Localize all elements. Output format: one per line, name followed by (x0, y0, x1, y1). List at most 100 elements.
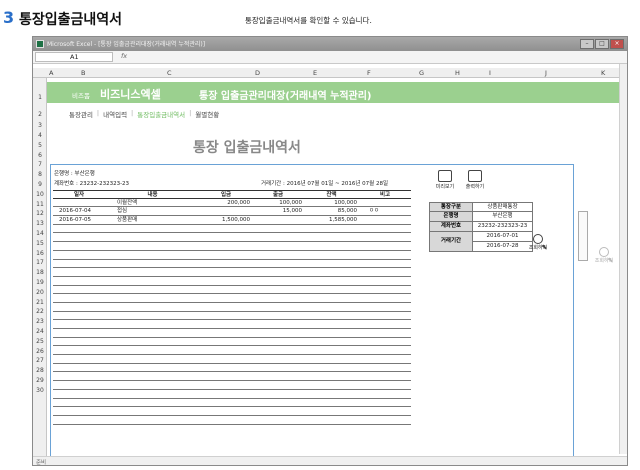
column-header[interactable]: G (419, 69, 424, 77)
cell-note: ㅇㅇ (369, 208, 380, 215)
excel-app-icon (36, 40, 44, 48)
bank-name-line: 은행명 : 부산은행 (54, 171, 95, 177)
preview-label: 미리보기 (435, 184, 455, 190)
status-bar: 준비 (33, 456, 627, 465)
row-header[interactable]: 22 (33, 308, 47, 315)
cell-withdraw: 15,000 (282, 208, 302, 215)
row-header[interactable]: 29 (33, 377, 47, 384)
row-header[interactable]: 4 (33, 132, 47, 139)
col-balance-header: 잔액 (326, 192, 337, 198)
function-icon[interactable]: fx (121, 52, 127, 60)
status-text: 준비 (36, 460, 47, 466)
column-header[interactable]: F (367, 69, 371, 77)
row-header[interactable]: 20 (33, 289, 47, 296)
sheet-menu: 통장관리 | 내역입력 | 통장입출금내역서 | 월별현황 (65, 109, 223, 119)
page-header: 3 통장입출금내역서 통장입출금내역서를 확인할 수 있습니다. (0, 0, 640, 34)
row-header[interactable]: 19 (33, 279, 47, 286)
title-banner: 비즈폼 비즈니스엑셀 통장 입출금관리대장(거래내역 누적관리) (47, 82, 627, 103)
row-header[interactable]: 2 (33, 111, 47, 118)
section-title: 통장입출금내역서 (19, 12, 123, 28)
formula-bar: A1 fx (33, 51, 627, 64)
info-type-value[interactable]: 상품판매통장 (473, 202, 533, 212)
empty-row (53, 407, 411, 416)
menu-item-statement[interactable]: 통장입출금내역서 (133, 109, 189, 119)
empty-row (53, 364, 411, 373)
statement-document: 은행명 : 부산은행 계좌번호 : 23232-232323-23 거래기간 :… (50, 164, 574, 460)
empty-row (53, 320, 411, 329)
column-header[interactable]: K (601, 69, 605, 77)
cell-date: 2016-07-05 (59, 217, 91, 224)
cell-withdraw (252, 216, 304, 224)
menu-item-account[interactable]: 통장관리 (65, 109, 97, 119)
row-header[interactable]: 8 (33, 171, 47, 178)
row-headers: 1 2 3 4 5 6 7 8 9 10 11 12 13 14 15 16 17 18 19 20 21 22 23 24 2… (33, 78, 47, 465)
col-note-header: 비고 (379, 192, 391, 198)
row-header[interactable]: 12 (33, 210, 47, 217)
col-withdraw-header: 출금 (272, 192, 284, 198)
empty-row (53, 260, 411, 269)
row-header[interactable]: 24 (33, 328, 47, 335)
row-header[interactable]: 11 (33, 201, 47, 208)
row-header[interactable]: 3 (33, 122, 47, 129)
print-label: 출력하기 (465, 184, 485, 190)
cell-content: 접심 (117, 208, 128, 215)
empty-row (53, 294, 411, 303)
row-header[interactable]: 6 (33, 152, 47, 159)
row-header[interactable]: 13 (33, 220, 47, 227)
row-header[interactable]: 25 (33, 338, 47, 345)
window-titlebar: Microsoft Excel - [통장 입출금관리대장(거래내역 누적관리)… (33, 37, 627, 51)
column-header[interactable]: C (167, 69, 172, 77)
column-header[interactable]: A (49, 69, 53, 77)
row-header[interactable]: 9 (33, 181, 47, 188)
empty-row (53, 346, 411, 356)
column-header[interactable]: J (545, 69, 547, 77)
close-button[interactable]: × (610, 39, 624, 49)
column-headers: A B C D E F G H I J K (33, 68, 627, 78)
print-button[interactable]: 출력하기 (463, 170, 487, 194)
row-header[interactable]: 16 (33, 250, 47, 257)
minimize-button[interactable]: – (580, 39, 594, 49)
row-header[interactable]: 1 (33, 94, 47, 101)
row-header[interactable]: 30 (33, 387, 47, 394)
row-header[interactable]: 26 (33, 348, 47, 355)
lookup-button[interactable]: 조회하기 (523, 232, 553, 262)
row-header[interactable]: 5 (33, 142, 47, 149)
section-number: 3 (3, 8, 15, 27)
row-header[interactable]: 10 (33, 191, 47, 198)
empty-row (53, 338, 411, 347)
menu-item-entry[interactable]: 내역입력 (99, 109, 131, 119)
row-header[interactable]: 7 (33, 161, 47, 168)
empty-row (53, 233, 411, 243)
row-header[interactable]: 27 (33, 357, 47, 364)
empty-row (53, 303, 411, 312)
row-header[interactable]: 28 (33, 367, 47, 374)
magnifier-icon (533, 234, 543, 244)
preview-button[interactable]: 미리보기 (433, 170, 457, 194)
column-header[interactable]: H (455, 69, 460, 77)
column-header[interactable]: E (313, 69, 317, 77)
cell-date (53, 199, 105, 207)
ledger-header-row: 일자 내용 입금 출금 잔액 비고 (53, 190, 411, 199)
menu-item-monthly[interactable]: 월별현황 (191, 109, 223, 119)
name-box[interactable]: A1 (35, 52, 113, 62)
cell-content: 상품판매 (117, 217, 138, 224)
row-header[interactable]: 17 (33, 259, 47, 266)
column-header[interactable]: I (489, 69, 491, 77)
banner-small-label: 비즈폼 (72, 92, 90, 100)
col-content-header: 내용 (147, 192, 158, 198)
table-row: 2016-07-04 접심 15,000 85,000 ㅇㅇ (53, 207, 411, 217)
row-header[interactable]: 15 (33, 240, 47, 247)
cell-content: 이월잔액 (117, 199, 138, 206)
maximize-button[interactable]: □ (595, 39, 609, 49)
column-header[interactable]: D (255, 69, 260, 77)
vertical-scrollbar[interactable] (619, 64, 627, 454)
row-header[interactable]: 18 (33, 269, 47, 276)
empty-row (53, 277, 411, 286)
row-header[interactable]: 14 (33, 230, 47, 237)
empty-row (53, 268, 411, 277)
row-header[interactable]: 21 (33, 299, 47, 306)
empty-row (53, 312, 411, 321)
column-header[interactable]: B (81, 69, 85, 77)
cell-balance: 100,000 (334, 199, 357, 206)
row-header[interactable]: 23 (33, 318, 47, 325)
